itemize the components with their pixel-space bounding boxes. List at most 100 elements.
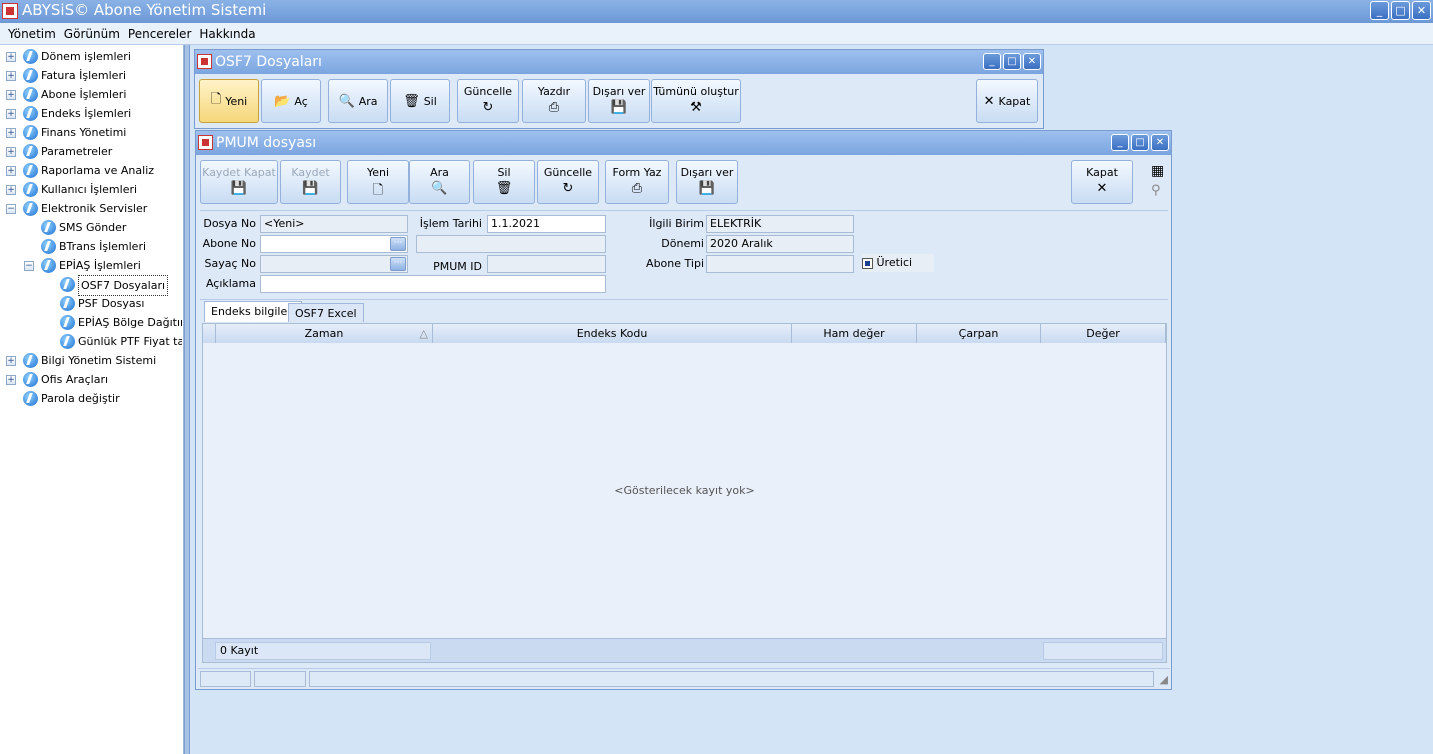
close-icon: ✕ [1096,181,1108,196]
menu-yonetim[interactable]: Yönetim [4,23,60,44]
islem-tarihi-field[interactable]: 1.1.2021 [487,215,606,233]
tree-item-finans-yonetimi[interactable]: + Finans Yönetimi [0,123,182,142]
osf7-ara-label: Ara [358,94,378,108]
tree-item-elektronik-servisler[interactable]: − Elektronik Servisler [0,199,182,218]
sidebar-splitter[interactable] [184,45,190,754]
donemi-field[interactable]: 2020 Aralık [706,235,854,253]
tree-item-donem-islemleri[interactable]: + Dönem işlemleri [0,47,182,66]
menu-bar: Yönetim Görünüm Pencereler Hakkında [0,23,1433,45]
tree-item-btrans-islemleri[interactable]: BTrans İşlemleri [0,237,182,256]
tree-item-raporlama-ve-analiz[interactable]: + Raporlama ve Analiz [0,161,182,180]
trash-icon: 🗑 [403,93,420,109]
tree-item-fatura-islemleri[interactable]: + Fatura İşlemleri [0,66,182,85]
pmum-minimize-button[interactable]: _ [1111,134,1129,151]
osf7-disari-ver-button[interactable]: Dışarı ver 💾 [588,79,650,123]
menu-gorunum[interactable]: Görünüm [60,23,124,44]
pmum-id-field[interactable] [487,255,606,273]
column-header-ham-deger[interactable]: Ham değer [792,324,917,343]
pmum-kaydet-kapat-button[interactable]: Kaydet Kapat 💾 [200,160,278,204]
column-header-zaman[interactable]: Zaman △ [216,324,433,343]
abone-no-label: Abone No [202,237,256,250]
osf7-yeni-button[interactable]: 🗋 Yeni [199,79,259,123]
expand-icon[interactable]: + [6,166,16,176]
sayac-no-field[interactable] [260,255,408,273]
tree-item-osf7-dosyalari[interactable]: OSF7 Dosyaları [0,275,182,296]
tree-item-parametreler[interactable]: + Parametreler [0,142,182,161]
osf7-ac-button[interactable]: 📂 Aç [261,79,321,123]
osf7-minimize-button[interactable]: _ [983,53,1001,70]
abone-no-field[interactable] [260,235,408,253]
column-header-endeks-kodu[interactable]: Endeks Kodu [433,324,792,343]
pmum-ara-button[interactable]: Ara 🔍 [409,160,470,204]
osf7-kapat-button[interactable]: ✕ Kapat [976,79,1038,123]
attachment-icon[interactable]: ⚲ [1151,183,1161,198]
column-header-carpan[interactable]: Çarpan [917,324,1041,343]
pmum-kaydet-button[interactable]: Kaydet 💾 [280,160,341,204]
tree-item-parola-degistir[interactable]: Parola değiştir [0,389,182,408]
uretici-checkbox[interactable] [862,257,873,269]
lightning-icon [23,182,38,197]
abone-tipi-field[interactable] [706,255,854,273]
osf7-sil-button[interactable]: 🗑 Sil [390,79,450,123]
tree-item-psf-dosyasi[interactable]: PSF Dosyası [0,294,182,313]
sayac-no-lookup-button[interactable]: ··· [390,257,406,271]
column-header-deger[interactable]: Değer [1041,324,1166,343]
dosya-no-label: Dosya No [203,217,256,230]
lightning-icon [23,353,38,368]
tree-item-label: BTrans İşlemleri [59,240,147,253]
pmum-close-button[interactable]: ✕ [1151,134,1169,151]
tree-item-sms-gonder[interactable]: SMS Gönder [0,218,182,237]
uretici-checkbox-container[interactable]: Üretici [862,254,934,272]
aciklama-field[interactable] [260,275,606,293]
tree-item-epias-bolge-dagitim[interactable]: EPİAŞ Bölge Dağıtım Şi [0,313,182,332]
expand-icon[interactable]: + [6,71,16,81]
osf7-close-button[interactable]: ✕ [1023,53,1041,70]
osf7-maximize-button[interactable]: □ [1003,53,1021,70]
collapse-icon[interactable]: − [24,261,34,271]
tab-osf7-excel[interactable]: OSF7 Excel [288,303,364,322]
osf7-ara-button[interactable]: 🔍 Ara [328,79,388,123]
tree-item-ofis-araclari[interactable]: + Ofis Araçları [0,370,182,389]
pmum-form-yaz-button[interactable]: Form Yaz ⎙ [605,160,669,204]
lightning-icon [60,296,75,311]
lightning-icon [23,68,38,83]
pmum-sil-button[interactable]: Sil 🗑 [473,160,535,204]
pmum-yeni-button[interactable]: Yeni 🗋 [347,160,409,204]
tree-item-label: Dönem işlemleri [41,50,131,63]
minimize-button[interactable]: _ [1370,1,1389,20]
tree-item-label: Raporlama ve Analiz [41,164,155,177]
expand-icon[interactable]: + [6,147,16,157]
endeks-grid: Zaman △ Endeks Kodu Ham değer Çarpan Değe… [202,323,1167,663]
expand-icon[interactable]: + [6,185,16,195]
tree-item-abone-islemleri[interactable]: + Abone İşlemleri [0,85,182,104]
tree-item-kullanici-islemleri[interactable]: + Kullanıcı İşlemleri [0,180,182,199]
restore-button[interactable]: □ [1391,1,1410,20]
osf7-guncelle-button[interactable]: Güncelle ↻ [457,79,519,123]
dosya-no-field[interactable]: <Yeni> [260,215,408,233]
tree-item-gunluk-ptf-fiyat[interactable]: Günlük PTF Fiyat tablo [0,332,182,351]
expand-icon[interactable]: + [6,109,16,119]
pmum-kapat-button[interactable]: Kapat ✕ [1071,160,1133,204]
menu-hakkinda[interactable]: Hakkında [195,23,259,44]
osf7-tumunu-olustur-button[interactable]: Tümünü oluştur ⚒ [651,79,741,123]
expand-icon[interactable]: + [6,52,16,62]
close-button[interactable]: ✕ [1412,1,1431,20]
expand-icon[interactable]: + [6,128,16,138]
osf7-tumunu-olustur-label: Tümünü oluştur [653,85,739,98]
expand-icon[interactable]: + [6,90,16,100]
tree-item-epias-islemleri[interactable]: − EPİAŞ İşlemleri [0,256,182,275]
tree-item-endeks-islemleri[interactable]: + Endeks İşlemleri [0,104,182,123]
osf7-yazdir-button[interactable]: Yazdır ⎙ [522,79,586,123]
pmum-disari-ver-button[interactable]: Dışarı ver 💾 [676,160,738,204]
calendar-icon[interactable]: ▦ [1151,163,1164,179]
expand-icon[interactable]: + [6,375,16,385]
pmum-guncelle-button[interactable]: Güncelle ↻ [537,160,599,204]
menu-pencereler[interactable]: Pencereler [124,23,195,44]
resize-grip-icon[interactable]: ◢ [1160,673,1168,686]
abone-no-lookup-button[interactable]: ··· [390,237,406,251]
collapse-icon[interactable]: − [6,204,16,214]
tree-item-bilgi-yonetim-sistemi[interactable]: + Bilgi Yönetim Sistemi [0,351,182,370]
ilgili-birim-field[interactable]: ELEKTRİK [706,215,854,233]
expand-icon[interactable]: + [6,356,16,366]
pmum-maximize-button[interactable]: □ [1131,134,1149,151]
